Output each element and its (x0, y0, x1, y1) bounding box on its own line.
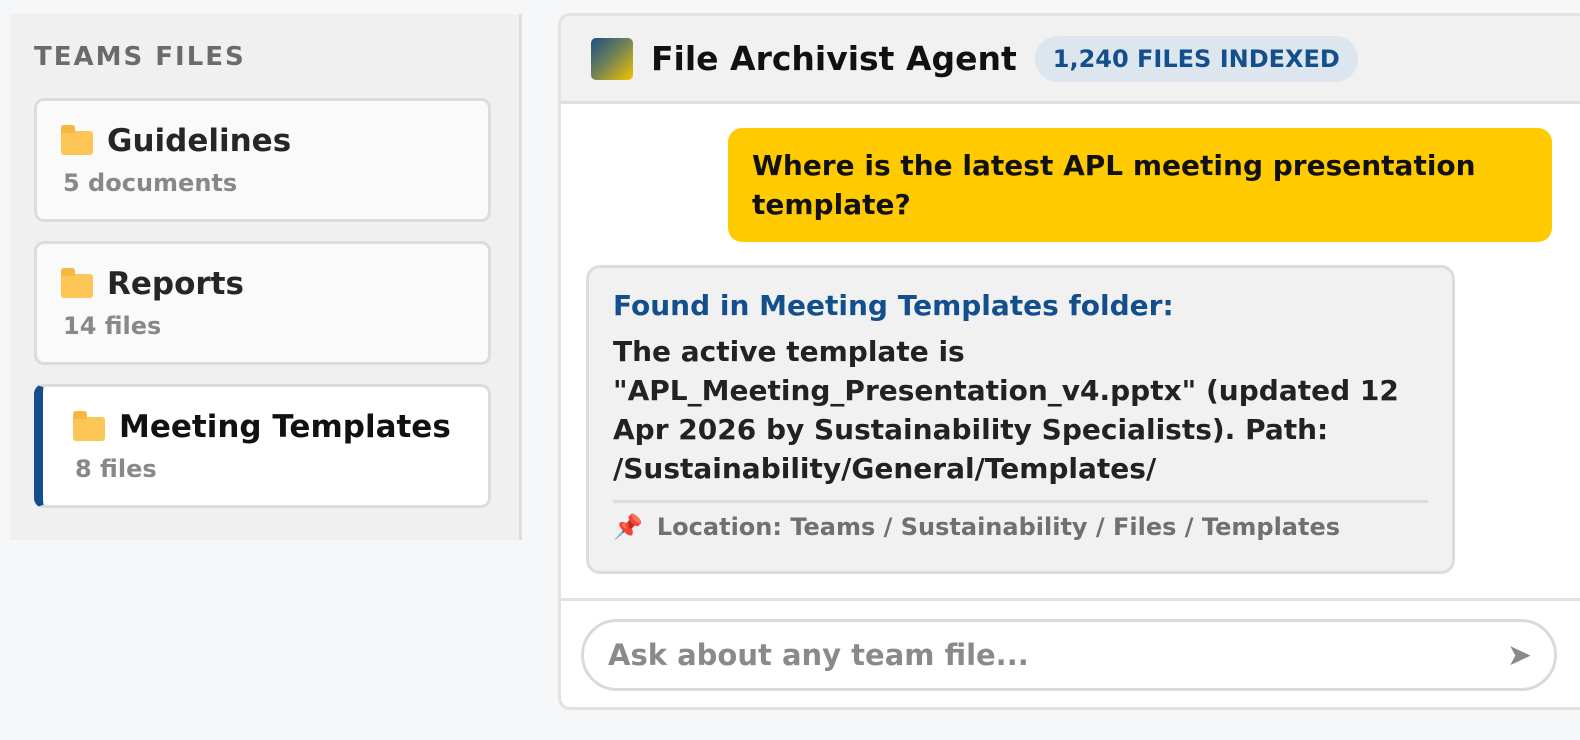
folder-icon (73, 411, 105, 441)
agent-logo-icon (591, 37, 633, 80)
folder-name: Guidelines (107, 123, 292, 159)
user-message: Where is the latest APL meeting presenta… (728, 128, 1552, 242)
folder-name: Reports (107, 266, 244, 302)
folder-row: Guidelines (61, 121, 464, 161)
files-sidebar: TEAMS FILES Guidelines 5 documents Repor… (10, 14, 522, 540)
agent-message: Found in Meeting Templates folder: The a… (586, 265, 1455, 574)
folder-row: Meeting Templates (73, 407, 464, 447)
folder-icon (61, 268, 93, 298)
chat-header: File Archivist Agent 1,240 FILES INDEXED (561, 16, 1580, 104)
agent-name: File Archivist Agent (651, 39, 1017, 78)
file-location-text: Location: Teams / Sustainability / Files… (656, 513, 1341, 541)
pin-icon: 📌 (613, 513, 643, 541)
chat-input-box: ➤ (581, 619, 1557, 691)
chat-input[interactable] (608, 638, 1507, 672)
agent-message-heading: Found in Meeting Templates folder: (613, 289, 1174, 322)
agent-message-body: The active template is "APL_Meeting_Pres… (613, 332, 1428, 503)
folder-card-guidelines[interactable]: Guidelines 5 documents (34, 98, 491, 222)
folder-count: 5 documents (63, 169, 238, 197)
chat-panel: File Archivist Agent 1,240 FILES INDEXED… (558, 13, 1580, 710)
sidebar-title: TEAMS FILES (34, 42, 246, 72)
folder-name: Meeting Templates (119, 409, 451, 445)
folder-card-reports[interactable]: Reports 14 files (34, 241, 491, 365)
folder-card-meeting-templates[interactable]: Meeting Templates 8 files (34, 384, 491, 508)
message-list: Where is the latest APL meeting presenta… (561, 104, 1580, 598)
composer: ➤ (561, 598, 1580, 707)
send-icon[interactable]: ➤ (1507, 638, 1532, 673)
file-location: 📌 Location: Teams / Sustainability / Fil… (613, 513, 1428, 541)
folder-count: 14 files (63, 312, 162, 340)
folder-row: Reports (61, 264, 464, 304)
files-indexed-badge: 1,240 FILES INDEXED (1034, 35, 1358, 82)
folder-icon (61, 125, 93, 155)
folder-count: 8 files (75, 455, 157, 483)
